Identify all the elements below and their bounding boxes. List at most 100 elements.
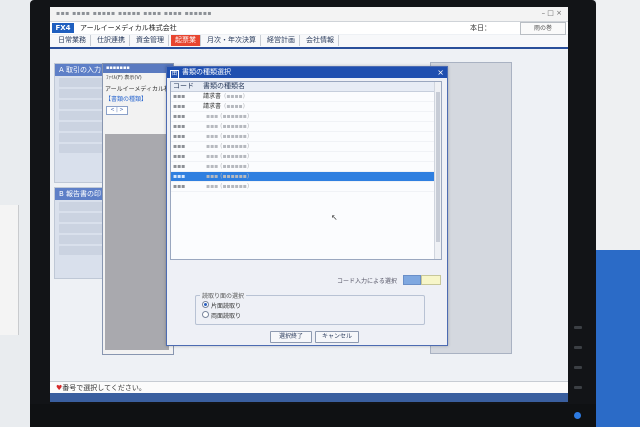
document-type-list[interactable]: コード 書類の種類名 ▪▪▪ 請求書 (▪▪▪▪) ▪▪▪ 請求書 (▪▪▪▪) ▪▪▪ ▪▪… (170, 81, 442, 260)
row-code: ▪▪▪ (173, 123, 186, 130)
row-name: ▪▪▪ (▪▪▪▪▪▪) (203, 122, 441, 131)
row-name: 請求書 (▪▪▪▪) (203, 102, 441, 111)
list-scrollbar[interactable] (434, 82, 441, 259)
tab-company-info[interactable]: 会社情報 (302, 35, 339, 46)
tab-journal-link[interactable]: 仕訳連携 (93, 35, 130, 46)
viewer-company: アールイーメディカル株式会 (105, 86, 173, 93)
row-blurred-text: ▪▪▪ (▪▪▪▪▪▪) (206, 163, 250, 170)
radio-single-side[interactable]: 片面読取り (202, 301, 241, 310)
row-code: ▪▪▪ (173, 103, 186, 110)
nav-tabs: 日常業務 仕訳連携 資金管理 起票業 月次・年次決算 経営計画 会社情報 (54, 35, 339, 46)
viewer-doc-type: 【書類の種類】 (105, 96, 148, 103)
column-name-header[interactable]: 書類の種類名 (203, 82, 441, 91)
row-name-text: 請求書 (203, 103, 222, 110)
menu-items-blurred: ▪▪▪ ▪▪▪▪ ▪▪▪▪▪ ▪▪▪▪▪ ▪▪▪▪ ▪▪▪▪ ▪▪▪▪▪▪ (56, 10, 213, 17)
monitor-button (574, 366, 582, 369)
close-icon[interactable]: × (437, 67, 444, 78)
monitor-chin (30, 404, 596, 427)
status-message: ♥番号で選択してください。 (56, 383, 146, 393)
blue-partition (596, 250, 640, 427)
row-code: ▪▪▪ (173, 93, 186, 100)
grid-icon: 田 (170, 70, 179, 79)
row-blurred-text: (▪▪▪▪) (224, 103, 245, 110)
taskbar (50, 393, 568, 402)
read-side-group: 読取り面の選択 片面読取り 両面読取り (195, 291, 425, 325)
row-code: ▪▪▪ (173, 173, 186, 180)
table-row[interactable]: ▪▪▪ ▪▪▪ (▪▪▪▪▪▪) (171, 182, 441, 192)
viewer-menu[interactable]: ﾌｧｲﾙ(F) 表示(V) (103, 73, 173, 82)
tab-entry[interactable]: 起票業 (171, 35, 201, 46)
date-label: 本日： (470, 24, 491, 32)
tab-planning[interactable]: 経営計画 (263, 35, 300, 46)
code-input-field-secondary[interactable] (421, 275, 441, 285)
tab-closing[interactable]: 月次・年次決算 (203, 35, 261, 46)
table-row[interactable]: ▪▪▪ ▪▪▪ (▪▪▪▪▪▪) (171, 172, 441, 182)
radio-selected-icon[interactable] (202, 301, 209, 308)
monitor-button (574, 326, 582, 329)
logo-box: 雨の巻 (520, 22, 566, 35)
tab-cash[interactable]: 資金管理 (132, 35, 169, 46)
power-led (574, 412, 581, 419)
viewer-nav-button[interactable]: < | > (106, 106, 128, 115)
screen: ▪▪▪ ▪▪▪▪ ▪▪▪▪▪ ▪▪▪▪▪ ▪▪▪▪ ▪▪▪▪ ▪▪▪▪▪▪ – … (50, 7, 568, 402)
scroll-thumb[interactable] (436, 92, 440, 242)
monitor-button (574, 386, 582, 389)
status-bar: ♥番号で選択してください。 (50, 381, 568, 393)
cancel-button[interactable]: キャンセル (315, 331, 359, 343)
row-name: ▪▪▪ (▪▪▪▪▪▪) (203, 132, 441, 141)
row-name-text: 請求書 (203, 93, 222, 100)
document-viewer-window: ▪▪▪▪▪▪▪ ﾌｧｲﾙ(F) 表示(V) アールイーメディカル株式会 【書類の… (102, 63, 174, 355)
table-row[interactable]: ▪▪▪ 請求書 (▪▪▪▪) (171, 92, 441, 102)
row-name: ▪▪▪ (▪▪▪▪▪▪) (203, 162, 441, 171)
row-name: 請求書 (▪▪▪▪) (203, 92, 441, 101)
row-name: ▪▪▪ (▪▪▪▪▪▪) (203, 142, 441, 151)
finish-selection-button[interactable]: 選択終了 (270, 331, 312, 343)
column-code-header[interactable]: コード (171, 82, 203, 91)
radio-icon[interactable] (202, 311, 209, 318)
status-text: 番号で選択してください。 (62, 384, 146, 392)
app-badge: FX4 (52, 23, 74, 33)
dialog-title-bar: 田書類の種類選択 × (167, 67, 447, 79)
list-rows: ▪▪▪ 請求書 (▪▪▪▪) ▪▪▪ 請求書 (▪▪▪▪) ▪▪▪ ▪▪▪ (▪▪▪▪▪▪) ▪… (171, 92, 441, 192)
title-bar: FX4 アールイーメディカル株式会社 本日： 雨の巻 (50, 22, 568, 35)
table-row[interactable]: ▪▪▪ ▪▪▪ (▪▪▪▪▪▪) (171, 112, 441, 122)
row-blurred-text: ▪▪▪ (▪▪▪▪▪▪) (206, 133, 250, 140)
row-blurred-text: ▪▪▪ (▪▪▪▪▪▪) (206, 113, 250, 120)
code-input-label: コード入力による選択 (337, 278, 397, 285)
radio-single-label: 片面読取り (211, 303, 242, 310)
row-code: ▪▪▪ (173, 113, 186, 120)
nav-bar: 日常業務 仕訳連携 資金管理 起票業 月次・年次決算 経営計画 会社情報 (50, 35, 568, 49)
row-code: ▪▪▪ (173, 163, 186, 170)
monitor-button (574, 346, 582, 349)
app-menubar: ▪▪▪ ▪▪▪▪ ▪▪▪▪▪ ▪▪▪▪▪ ▪▪▪▪ ▪▪▪▪ ▪▪▪▪▪▪ – … (50, 7, 568, 22)
list-header: コード 書類の種類名 (171, 82, 441, 92)
read-side-title: 読取り面の選択 (200, 291, 247, 300)
radio-double-label: 両面読取り (211, 313, 242, 320)
row-blurred-text: ▪▪▪ (▪▪▪▪▪▪) (206, 183, 250, 190)
row-name: ▪▪▪ (▪▪▪▪▪▪) (203, 112, 441, 121)
row-name: ▪▪▪ (▪▪▪▪▪▪) (203, 182, 441, 191)
table-row[interactable]: ▪▪▪ 請求書 (▪▪▪▪) (171, 102, 441, 112)
document-type-dialog: 田書類の種類選択 × コード 書類の種類名 ▪▪▪ 請求書 (▪▪▪▪) ▪▪▪ 請求書… (166, 66, 448, 346)
table-row[interactable]: ▪▪▪ ▪▪▪ (▪▪▪▪▪▪) (171, 162, 441, 172)
table-row[interactable]: ▪▪▪ ▪▪▪ (▪▪▪▪▪▪) (171, 152, 441, 162)
window-controls[interactable]: – □ × (542, 9, 562, 17)
tab-daily[interactable]: 日常業務 (54, 35, 91, 46)
table-row[interactable]: ▪▪▪ ▪▪▪ (▪▪▪▪▪▪) (171, 132, 441, 142)
row-code: ▪▪▪ (173, 143, 186, 150)
table-row[interactable]: ▪▪▪ ▪▪▪ (▪▪▪▪▪▪) (171, 142, 441, 152)
radio-double-side[interactable]: 両面読取り (202, 311, 241, 320)
row-blurred-text: ▪▪▪ (▪▪▪▪▪▪) (206, 143, 250, 150)
dialog-title: 書類の種類選択 (182, 68, 231, 76)
row-code: ▪▪▪ (173, 153, 186, 160)
code-input-field[interactable] (403, 275, 421, 285)
row-code: ▪▪▪ (173, 183, 186, 190)
row-blurred-text: ▪▪▪ (▪▪▪▪▪▪) (206, 153, 250, 160)
row-name: ▪▪▪ (▪▪▪▪▪▪) (203, 172, 441, 181)
row-name: ▪▪▪ (▪▪▪▪▪▪) (203, 152, 441, 161)
mouse-cursor-icon: ↖ (331, 213, 338, 222)
row-blurred-text: (▪▪▪▪) (224, 93, 245, 100)
row-blurred-text: ▪▪▪ (▪▪▪▪▪▪) (206, 173, 250, 180)
table-row[interactable]: ▪▪▪ ▪▪▪ (▪▪▪▪▪▪) (171, 122, 441, 132)
viewer-title-bar: ▪▪▪▪▪▪▪ (103, 64, 173, 73)
